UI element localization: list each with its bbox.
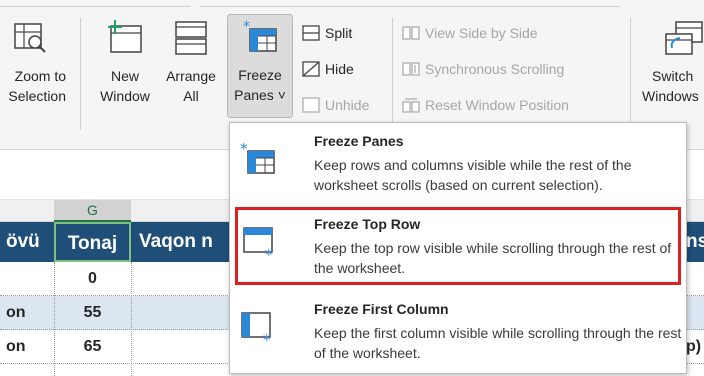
grid-line xyxy=(131,262,132,376)
header-cell-g[interactable]: Tonaj xyxy=(54,222,131,262)
svg-text:*: * xyxy=(263,331,271,345)
switch-label-1: Switch xyxy=(652,68,694,84)
header-cell-f[interactable]: övü xyxy=(0,222,54,262)
hide-icon xyxy=(302,61,320,77)
reset-position-label: Reset Window Position xyxy=(425,97,569,113)
menu-item-description: Keep rows and columns visible while the … xyxy=(314,157,632,193)
zoom-label-1: Zoom to xyxy=(14,68,66,84)
menu-item-description: Keep the first column visible while scro… xyxy=(314,325,682,361)
header-cell-h[interactable]: Vaqon n xyxy=(131,222,229,262)
freeze-first-column-icon: * xyxy=(240,309,276,349)
cell-g[interactable]: 55 xyxy=(54,296,131,330)
side-by-side-label: View Side by Side xyxy=(425,25,538,41)
group-divider xyxy=(200,6,620,7)
svg-text:*: * xyxy=(240,141,248,158)
reset-window-position-button[interactable]: Reset Window Position xyxy=(402,94,569,116)
new-window-label-2: Window xyxy=(100,88,150,104)
zoom-selection-icon xyxy=(13,20,47,58)
new-window-label-1: New xyxy=(110,68,139,84)
menu-item-freeze-top-row[interactable]: * Freeze Top Row Keep the top row visibl… xyxy=(235,207,681,285)
zoom-label-2: Selection xyxy=(8,88,66,104)
freeze-panes-icon: * xyxy=(242,19,278,59)
menu-item-title: Freeze Top Row xyxy=(314,216,421,232)
arrange-all-icon xyxy=(173,20,209,60)
freeze-top-row-icon: * xyxy=(242,224,278,264)
group-divider xyxy=(0,6,190,7)
separator xyxy=(80,18,81,130)
new-window-button[interactable]: New Window xyxy=(92,16,158,116)
split-label: Split xyxy=(325,25,353,41)
header-cell-right[interactable]: ns xyxy=(686,222,704,262)
cell-right[interactable]: p) xyxy=(686,330,701,364)
separator xyxy=(392,18,393,130)
freeze-panes-menu: * Freeze Panes Keep rows and columns vis… xyxy=(229,122,687,374)
view-side-by-side-button[interactable]: View Side by Side xyxy=(402,22,538,44)
synchronous-scrolling-button[interactable]: Synchronous Scrolling xyxy=(402,58,564,80)
svg-text:*: * xyxy=(243,19,250,35)
unhide-icon xyxy=(302,97,320,113)
freeze-panes-button[interactable]: * Freeze Panes ˅ xyxy=(227,14,293,118)
svg-text:*: * xyxy=(265,246,273,260)
cell-g[interactable]: 0 xyxy=(54,262,131,296)
switch-label-2: Windows xyxy=(642,88,699,104)
arrange-label-2: All xyxy=(183,88,199,104)
freeze-label-2: Panes ˅ xyxy=(234,87,286,103)
cell-g[interactable]: 65 xyxy=(54,330,131,364)
hide-button[interactable]: Hide xyxy=(302,58,354,80)
unhide-label: Unhide xyxy=(325,97,370,113)
split-icon xyxy=(302,25,320,41)
switch-windows-button[interactable]: Switch Windows xyxy=(638,16,704,116)
sync-scroll-label: Synchronous Scrolling xyxy=(425,61,565,77)
side-by-side-icon xyxy=(402,25,420,41)
arrange-label-1: Arrange xyxy=(166,68,216,84)
unhide-button[interactable]: Unhide xyxy=(302,94,369,116)
cell-f[interactable]: on xyxy=(6,296,26,330)
arrange-all-button[interactable]: Arrange All xyxy=(160,16,222,116)
reset-position-icon xyxy=(402,97,420,113)
hide-label: Hide xyxy=(325,61,354,77)
cell-f[interactable]: on xyxy=(6,330,26,364)
menu-item-title: Freeze Panes xyxy=(314,133,404,149)
freeze-label-1: Freeze xyxy=(238,67,282,83)
zoom-to-selection-button[interactable]: Zoom to Selection xyxy=(0,16,72,116)
grid-line xyxy=(54,262,55,376)
new-window-icon xyxy=(105,20,145,58)
menu-item-freeze-panes[interactable]: * Freeze Panes Keep rows and columns vis… xyxy=(230,127,686,199)
menu-item-title: Freeze First Column xyxy=(314,301,449,317)
switch-windows-icon xyxy=(664,20,704,60)
menu-item-freeze-first-column[interactable]: * Freeze First Column Keep the first col… xyxy=(230,295,686,367)
freeze-panes-icon: * xyxy=(240,140,276,177)
separator xyxy=(630,18,631,130)
split-button[interactable]: Split xyxy=(302,22,352,44)
column-header-g[interactable]: G xyxy=(54,200,131,222)
menu-item-description: Keep the top row visible while scrolling… xyxy=(314,240,672,276)
sync-scroll-icon xyxy=(402,61,420,77)
